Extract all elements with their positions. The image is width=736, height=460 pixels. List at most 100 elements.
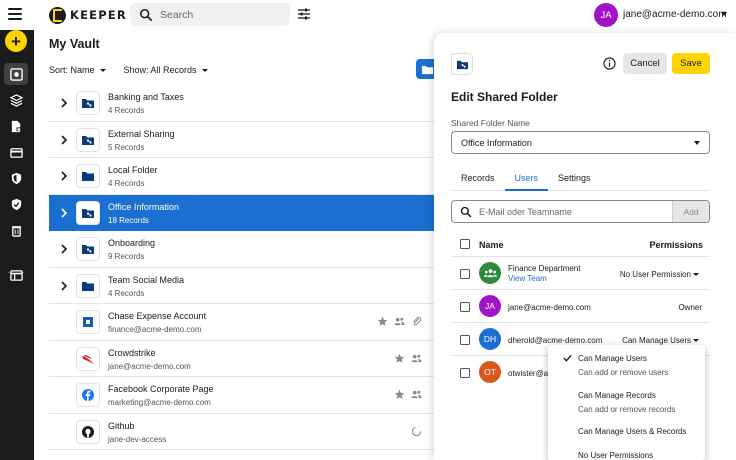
row-checkbox[interactable] <box>460 302 470 312</box>
folder-row[interactable]: Onboarding 9 Records <box>49 231 434 268</box>
select-all-checkbox[interactable] <box>460 239 470 249</box>
avatar: DH <box>479 328 501 350</box>
chevron-down-icon[interactable] <box>693 339 699 342</box>
row-checkbox[interactable] <box>460 269 470 279</box>
shield-check-icon[interactable] <box>4 193 28 215</box>
row-checkbox[interactable] <box>460 368 470 378</box>
add-user-button[interactable]: Add <box>672 201 709 222</box>
row-title: Github <box>108 420 135 431</box>
trash-icon[interactable] <box>4 219 28 241</box>
keeper-logo-icon <box>49 6 66 24</box>
record-row[interactable]: Github jane-dev-access <box>49 414 434 450</box>
show-dropdown[interactable]: Show: All Records <box>124 65 208 75</box>
tab-users[interactable]: Users <box>504 165 549 191</box>
add-button[interactable]: + <box>5 30 27 52</box>
row-title: Onboarding <box>108 238 156 248</box>
permission-dropdown[interactable]: No User Permission <box>620 270 691 279</box>
layers-icon[interactable] <box>4 89 28 111</box>
chevron-down-icon[interactable] <box>721 12 727 16</box>
attachment-icon <box>413 316 422 326</box>
tab-records[interactable]: Records <box>451 165 505 191</box>
chevron-right-icon[interactable] <box>61 134 67 145</box>
menu-item-description: Can add or remove users <box>578 368 669 377</box>
chevron-right-icon[interactable] <box>61 207 67 218</box>
user-name: jane@acme-demo.com <box>508 303 591 312</box>
folder-icon <box>76 273 100 298</box>
sort-dropdown[interactable]: Sort: Name <box>49 65 106 75</box>
left-rail: + <box>0 30 34 460</box>
folder-row[interactable]: Local Folder 4 Records <box>49 158 434 195</box>
menu-item-no-user-permissions[interactable]: No User Permissions <box>548 444 705 460</box>
folder-row[interactable]: External Sharing 5 Records <box>49 122 434 158</box>
vault-icon[interactable] <box>4 63 28 85</box>
chevron-right-icon[interactable] <box>61 171 67 181</box>
chevron-right-icon[interactable] <box>61 244 67 254</box>
search-icon <box>460 206 472 217</box>
row-subtitle: 4 Records <box>108 288 145 298</box>
shared-users-icon <box>411 390 422 399</box>
menu-item-can-manage-records[interactable]: Can Manage Records Can add or remove rec… <box>548 382 705 418</box>
star-icon[interactable] <box>394 353 405 364</box>
window-icon[interactable] <box>4 264 28 286</box>
folder-row[interactable]: Banking and Taxes 4 Records <box>49 85 434 122</box>
row-subtitle: 5 Records <box>108 142 145 152</box>
menu-item-can-manage-users-records[interactable]: Can Manage Users & Records <box>548 419 705 443</box>
shared-users-icon <box>394 317 405 326</box>
row-actions <box>377 316 422 327</box>
info-icon[interactable] <box>603 57 616 70</box>
menu-item-label: Can Manage Users <box>578 354 647 363</box>
star-icon[interactable] <box>377 316 388 327</box>
row-title: Banking and Taxes <box>108 92 184 102</box>
star-icon[interactable] <box>394 389 405 400</box>
user-name: otwister@a <box>508 369 549 378</box>
record-row[interactable]: Crowdstrike jane@acme-demo.com <box>49 341 434 377</box>
folder-row[interactable]: Team Social Media 4 Records <box>49 268 434 304</box>
user-search-box[interactable]: Add <box>451 200 710 223</box>
row-subtitle: jane@acme-demo.com <box>108 361 191 371</box>
crowdstrike-logo-icon <box>76 346 100 371</box>
folder-row[interactable]: Office Information 18 Records <box>49 194 434 231</box>
user-search-input[interactable] <box>479 206 659 217</box>
panel-tabs: Records Users Settings <box>451 165 710 191</box>
permission-dropdown[interactable]: Can Manage Users <box>622 336 691 345</box>
folder-name-value: Office Information <box>461 138 532 148</box>
card-icon[interactable] <box>4 141 28 163</box>
search-box[interactable] <box>130 3 290 26</box>
user-email[interactable]: jane@acme-demo.com <box>623 9 727 20</box>
record-row[interactable]: Facebook Corporate Page marketing@acme-de… <box>49 377 434 414</box>
view-team-link[interactable]: View Team <box>508 274 547 283</box>
vault-list: Banking and Taxes 4 Records External Shari… <box>49 85 434 450</box>
user-avatar[interactable]: JA <box>594 3 618 27</box>
folder-name-select[interactable]: Office Information <box>451 131 710 154</box>
folder-icon <box>421 65 433 74</box>
row-subtitle: marketing@acme-demo.com <box>108 398 211 407</box>
sort-bar: Sort: Name Show: All Records <box>49 65 208 75</box>
cancel-button[interactable]: Cancel <box>623 53 667 74</box>
row-subtitle: 9 Records <box>108 252 145 261</box>
file-lock-icon[interactable] <box>4 115 28 137</box>
row-checkbox[interactable] <box>460 335 470 345</box>
chevron-right-icon[interactable] <box>61 280 67 291</box>
page-title: My Vault <box>49 37 100 51</box>
row-actions <box>394 389 422 400</box>
loading-icon <box>411 426 422 436</box>
user-name: Finance Department <box>508 264 581 273</box>
shared-folder-icon <box>76 237 100 261</box>
menu-item-can-manage-users[interactable]: Can Manage Users Can add or remove users <box>548 345 705 381</box>
record-row[interactable]: Chase Expense Account finance@acme-demo.c… <box>49 304 434 341</box>
shield-icon[interactable] <box>4 167 28 189</box>
menu-icon[interactable] <box>8 8 22 20</box>
row-subtitle: jane-dev-access <box>108 434 167 444</box>
row-subtitle: finance@acme-demo.com <box>108 325 202 334</box>
tab-settings[interactable]: Settings <box>548 165 601 191</box>
row-title: Facebook Corporate Page <box>108 384 214 394</box>
filter-sliders-icon[interactable] <box>297 7 311 21</box>
row-subtitle: 4 Records <box>108 179 145 188</box>
chevron-right-icon[interactable] <box>61 98 67 108</box>
search-input[interactable] <box>160 8 280 21</box>
show-label: Show: All Records <box>123 65 197 75</box>
users-table-header: Name Permissions <box>451 235 710 257</box>
team-avatar <box>479 262 501 284</box>
save-button[interactable]: Save <box>672 53 710 74</box>
chevron-down-icon[interactable] <box>693 273 699 276</box>
